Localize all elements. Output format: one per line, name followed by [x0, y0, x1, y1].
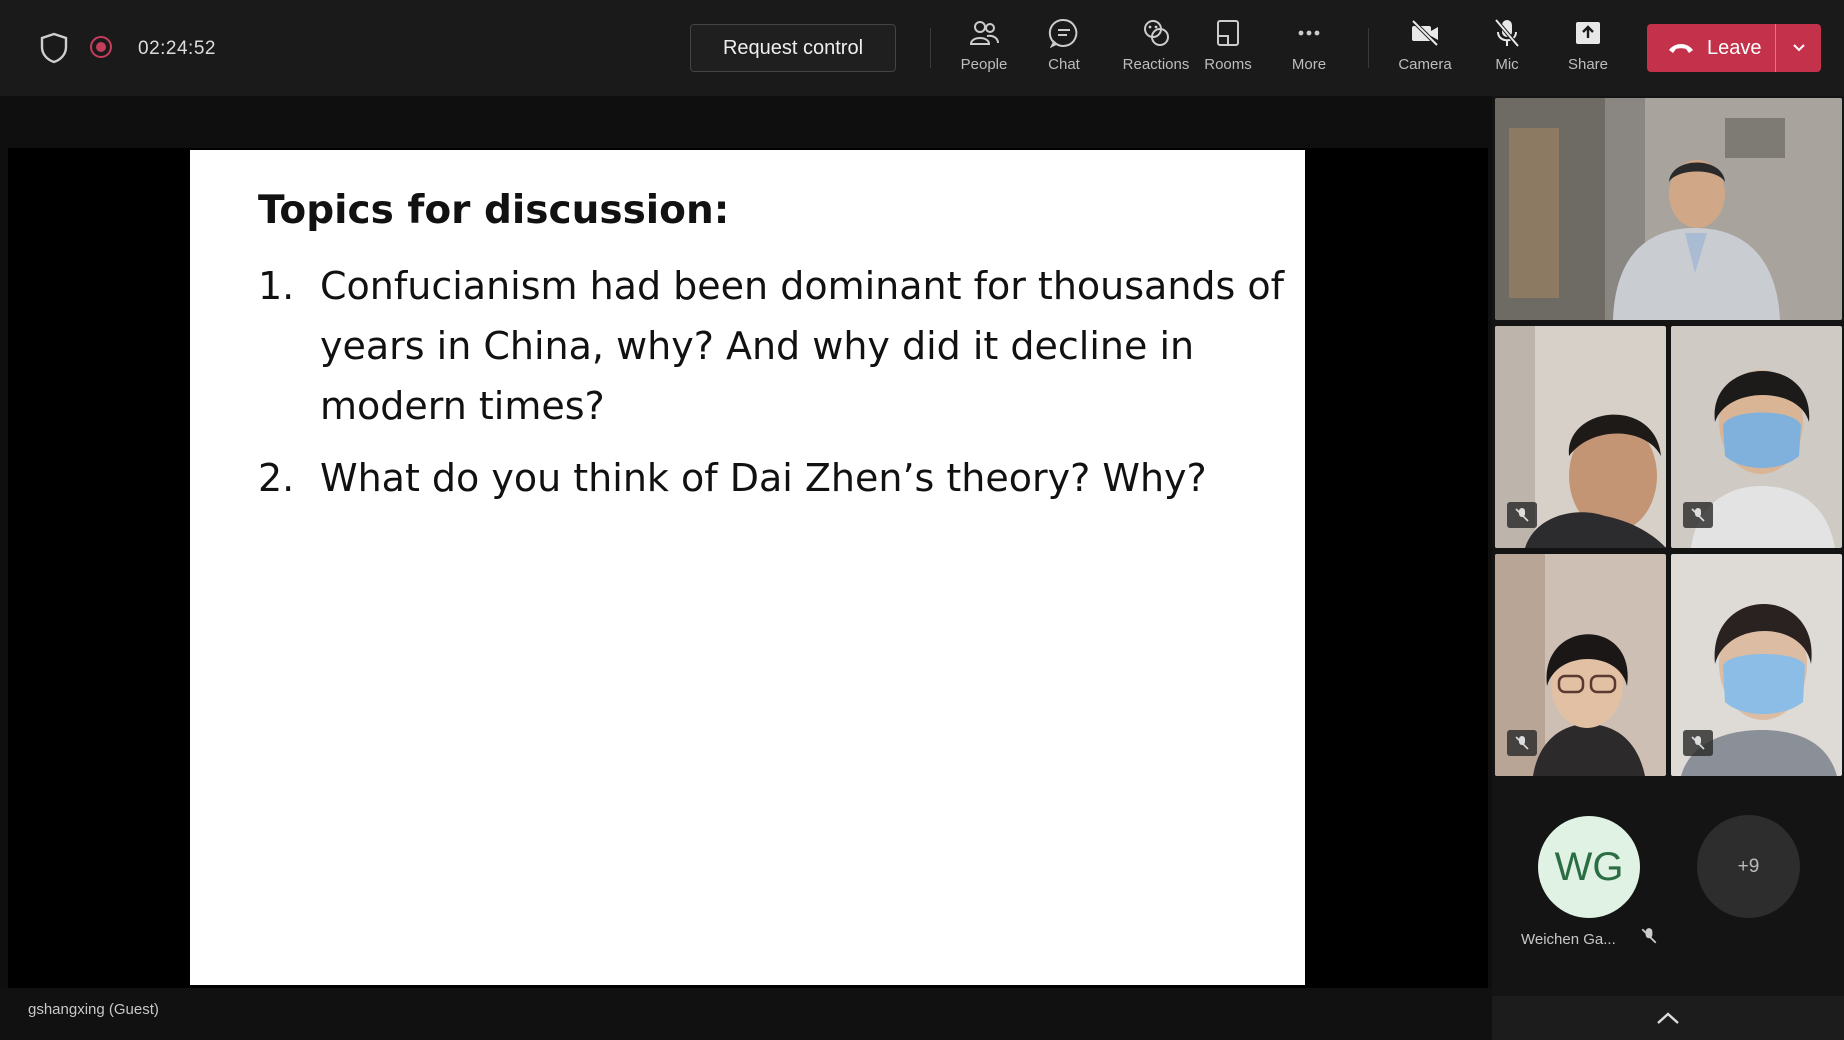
camera-off-icon: [1411, 19, 1439, 47]
camera-label: Camera: [1398, 56, 1452, 73]
participant-video-tile[interactable]: [1495, 98, 1842, 320]
reactions-icon: [1144, 20, 1169, 46]
shield-icon[interactable]: [40, 32, 68, 64]
more-label: More: [1291, 56, 1327, 73]
share-label: Share: [1567, 56, 1609, 73]
participant-video-tile[interactable]: [1671, 326, 1842, 548]
list-item-text: Confucianism had been dominant for thous…: [320, 264, 1285, 428]
mic-off-icon: [1641, 928, 1657, 944]
share-icon: [1576, 22, 1600, 44]
leave-options-button[interactable]: [1776, 24, 1821, 72]
list-item: 1. Confucianism had been dominant for th…: [258, 256, 1288, 436]
record-icon: [90, 36, 112, 58]
toolbar-divider: [1368, 28, 1369, 68]
chat-label: Chat: [1048, 56, 1080, 73]
camera-button[interactable]: Camera: [1385, 16, 1465, 86]
leave-button[interactable]: Leave: [1647, 24, 1775, 72]
list-item-number: 1.: [258, 264, 295, 308]
mic-off-icon: [1507, 502, 1537, 528]
list-item-number: 2.: [258, 456, 295, 500]
chat-button[interactable]: Chat: [1024, 16, 1104, 86]
mic-off-icon: [1683, 502, 1713, 528]
chevron-up-icon: [1657, 1012, 1679, 1024]
mic-off-icon: [1507, 730, 1537, 756]
people-label: People: [960, 56, 1008, 73]
rooms-label: Rooms: [1204, 56, 1252, 73]
chevron-down-icon: [1792, 44, 1805, 52]
participant-avatar[interactable]: WG: [1538, 816, 1640, 918]
slide-topic-list: 1. Confucianism had been dominant for th…: [258, 256, 1288, 520]
people-button[interactable]: People: [944, 16, 1024, 86]
rooms-button[interactable]: Rooms: [1188, 16, 1268, 86]
participant-video-tile[interactable]: [1671, 554, 1842, 776]
participant-video-tile[interactable]: [1495, 326, 1666, 548]
more-participants-button[interactable]: +9: [1697, 815, 1800, 918]
mic-button[interactable]: Mic: [1467, 16, 1547, 86]
request-control-button[interactable]: Request control: [690, 24, 896, 72]
slide-title: Topics for discussion:: [258, 188, 730, 233]
participant-name: Weichen Ga...: [1521, 931, 1616, 948]
stage-bottom-bar: [0, 988, 1492, 1040]
chat-icon: [1048, 18, 1078, 49]
participant-video: [1495, 98, 1842, 320]
more-button[interactable]: More: [1269, 16, 1349, 86]
list-item-text: What do you think of Dai Zhen’s theory? …: [320, 456, 1207, 500]
share-button[interactable]: Share: [1548, 16, 1628, 86]
participant-video-tile[interactable]: [1495, 554, 1666, 776]
list-item: 2. What do you think of Dai Zhen’s theor…: [258, 448, 1288, 508]
leave-button-group: Leave: [1647, 24, 1821, 72]
leave-label: Leave: [1707, 36, 1762, 59]
mic-off-icon: [1494, 18, 1520, 48]
meeting-toolbar: 02:24:52 Request control People Chat Rea…: [0, 0, 1844, 96]
toolbar-divider: [930, 28, 931, 68]
call-timer: 02:24:52: [138, 38, 216, 59]
presentation-slide: Topics for discussion: 1. Confucianism h…: [190, 150, 1305, 985]
mic-off-icon: [1683, 730, 1713, 756]
reactions-label: Reactions: [1122, 56, 1190, 73]
more-icon: [1298, 30, 1320, 36]
rooms-icon: [1217, 20, 1239, 46]
expand-panel-button[interactable]: [1492, 996, 1844, 1040]
mic-label: Mic: [1495, 56, 1519, 73]
phone-hangup-icon: [1669, 44, 1693, 53]
presenter-name: gshangxing (Guest): [28, 1001, 159, 1018]
people-icon: [969, 21, 999, 45]
